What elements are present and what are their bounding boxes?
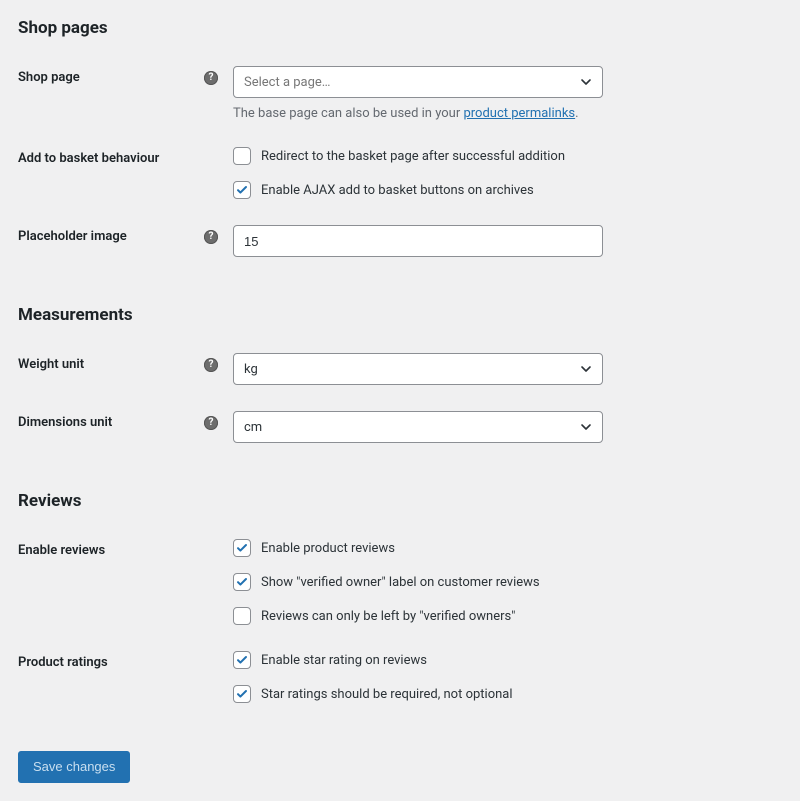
star-required-checkbox-label: Star ratings should be required, not opt…	[261, 687, 513, 702]
ajax-checkbox-label: Enable AJAX add to basket buttons on arc…	[261, 183, 534, 198]
dimensions-unit-select[interactable]: cm	[233, 411, 603, 443]
redirect-checkbox-label: Redirect to the basket page after succes…	[261, 149, 565, 164]
help-icon[interactable]: ?	[204, 358, 218, 372]
help-icon[interactable]: ?	[204, 230, 218, 244]
ajax-checkbox[interactable]	[233, 181, 251, 199]
help-icon[interactable]: ?	[204, 71, 218, 85]
placeholder-image-label: Placeholder image	[18, 229, 127, 244]
shop-page-select[interactable]: Select a page…	[233, 66, 603, 98]
dimensions-unit-value: cm	[244, 420, 262, 435]
shop-page-select-value: Select a page…	[244, 75, 331, 90]
enable-reviews-checkbox[interactable]	[233, 539, 251, 557]
save-changes-button[interactable]: Save changes	[18, 751, 130, 783]
weight-unit-select[interactable]: kg	[233, 353, 603, 385]
shop-page-description: The base page can also be used in your p…	[233, 106, 782, 121]
section-heading-measurements: Measurements	[18, 305, 782, 325]
add-to-basket-label: Add to basket behaviour	[18, 151, 159, 166]
placeholder-image-input[interactable]	[233, 225, 603, 257]
verified-label-checkbox[interactable]	[233, 573, 251, 591]
verified-label-checkbox-label: Show "verified owner" label on customer …	[261, 575, 540, 590]
weight-unit-label: Weight unit	[18, 357, 84, 372]
help-icon[interactable]: ?	[204, 416, 218, 430]
star-required-checkbox[interactable]	[233, 685, 251, 703]
weight-unit-value: kg	[244, 362, 258, 377]
redirect-checkbox[interactable]	[233, 147, 251, 165]
section-heading-shop-pages: Shop pages	[18, 18, 782, 38]
enable-reviews-label: Enable reviews	[18, 543, 105, 558]
chevron-down-icon	[580, 76, 592, 88]
verified-only-checkbox-label: Reviews can only be left by "verified ow…	[261, 609, 515, 624]
shop-page-label: Shop page	[18, 70, 80, 85]
enable-reviews-checkbox-label: Enable product reviews	[261, 541, 395, 556]
product-ratings-label: Product ratings	[18, 655, 108, 670]
product-permalinks-link[interactable]: product permalinks	[463, 106, 575, 121]
enable-star-checkbox[interactable]	[233, 651, 251, 669]
section-heading-reviews: Reviews	[18, 491, 782, 511]
verified-only-checkbox[interactable]	[233, 607, 251, 625]
chevron-down-icon	[580, 363, 592, 375]
chevron-down-icon	[580, 421, 592, 433]
dimensions-unit-label: Dimensions unit	[18, 415, 112, 430]
enable-star-checkbox-label: Enable star rating on reviews	[261, 653, 427, 668]
